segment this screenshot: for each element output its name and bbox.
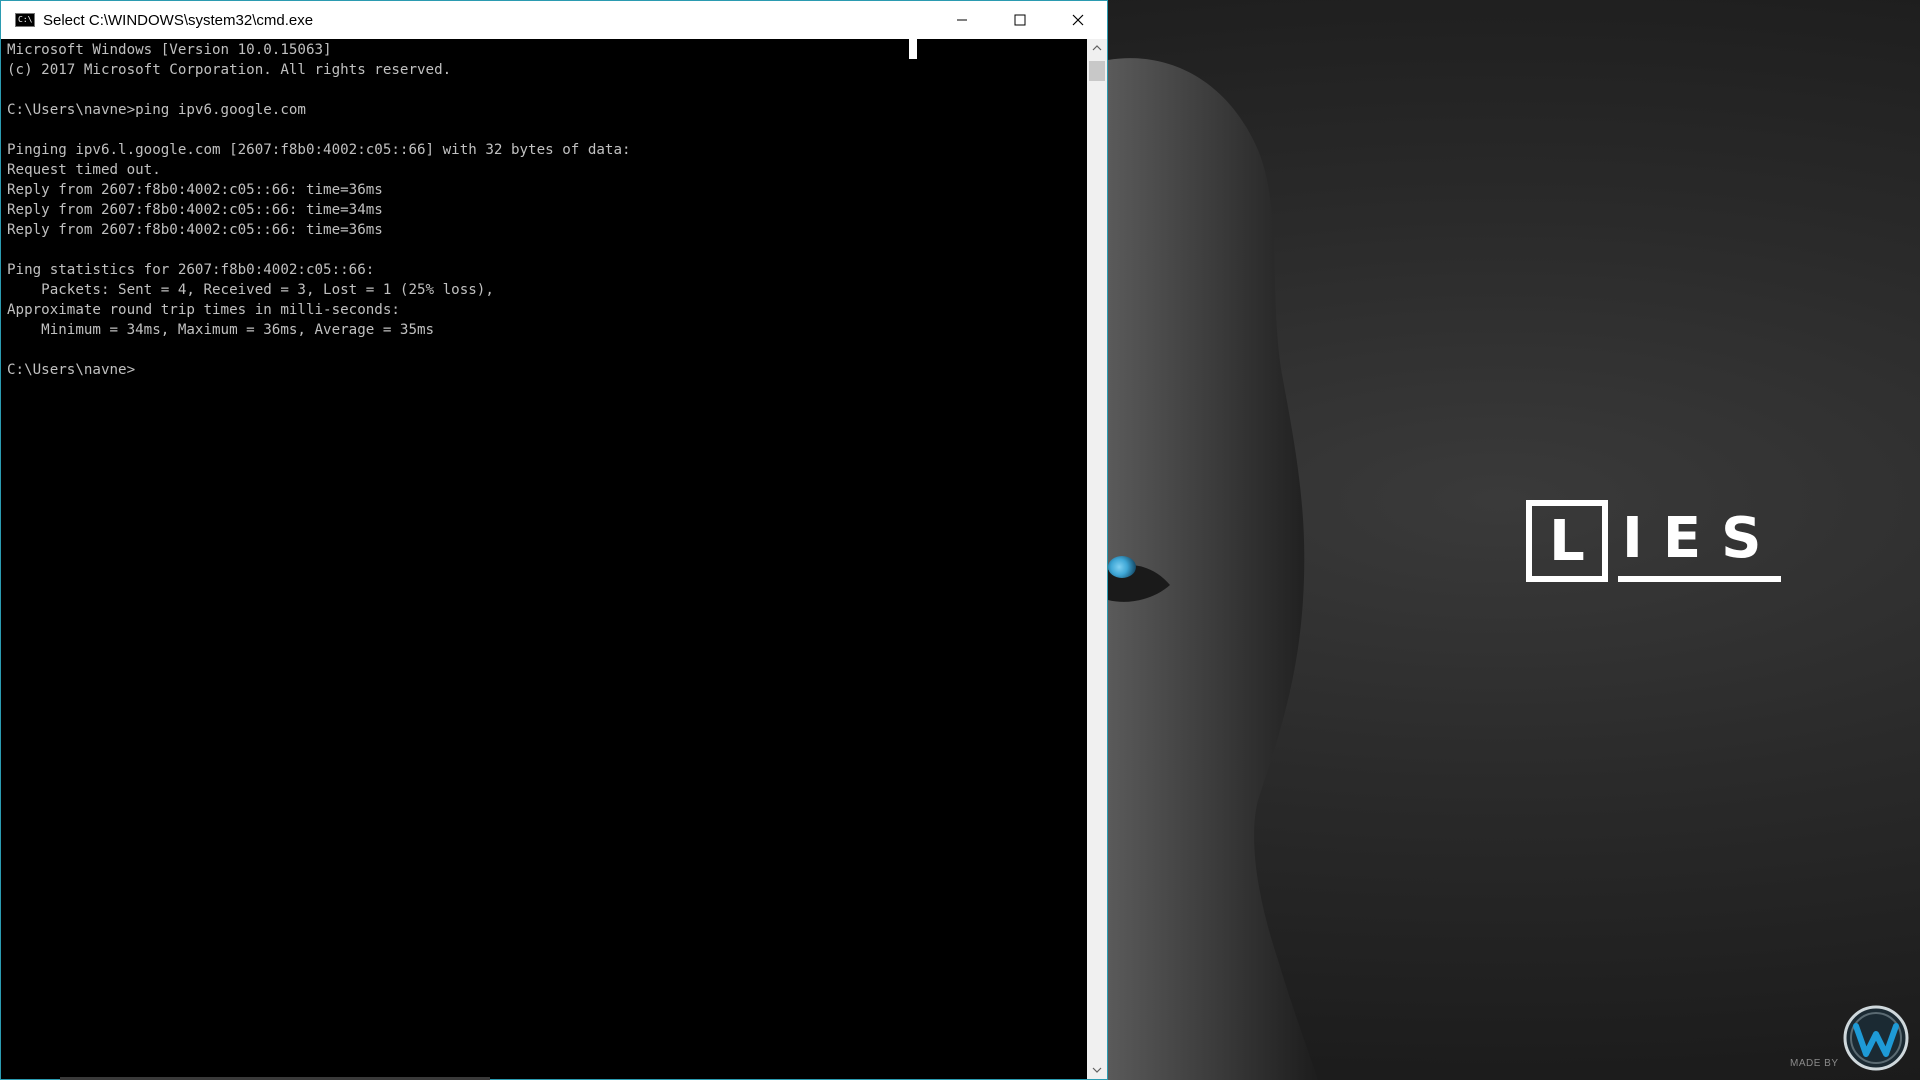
close-button[interactable] xyxy=(1049,1,1107,39)
console-line: Approximate round trip times in milli-se… xyxy=(7,302,400,318)
console-line: Reply from 2607:f8b0:4002:c05::66: time=… xyxy=(7,182,383,198)
selection-cursor xyxy=(909,39,917,59)
vertical-scrollbar[interactable] xyxy=(1087,39,1107,1079)
title-bar[interactable]: C:\ Select C:\WINDOWS\system32\cmd.exe xyxy=(1,1,1107,39)
console-line: C:\Users\navne> xyxy=(7,362,136,378)
logo-letter-box: L xyxy=(1526,500,1608,582)
scroll-down-arrow[interactable] xyxy=(1087,1061,1107,1079)
eye-highlight xyxy=(1108,556,1136,578)
portrait-silhouette xyxy=(1108,58,1318,1080)
scroll-up-arrow[interactable] xyxy=(1087,39,1107,57)
cmd-window[interactable]: C:\ Select C:\WINDOWS\system32\cmd.exe M… xyxy=(0,0,1108,1080)
maximize-button[interactable] xyxy=(991,1,1049,39)
chevron-down-icon xyxy=(1092,1067,1102,1073)
cmd-app-icon[interactable]: C:\ xyxy=(15,13,35,27)
window-title: Select C:\WINDOWS\system32\cmd.exe xyxy=(43,11,314,29)
lies-logo: L IES xyxy=(1526,498,1782,582)
console-line: (c) 2017 Microsoft Corporation. All righ… xyxy=(7,62,452,78)
console-line: Packets: Sent = 4, Received = 3, Lost = … xyxy=(7,282,494,298)
console-line: Request timed out. xyxy=(7,162,161,178)
w-logo-icon xyxy=(1843,1005,1909,1071)
console-text: Microsoft Windows [Version 10.0.15063] (c… xyxy=(7,40,1087,380)
scroll-thumb[interactable] xyxy=(1089,61,1105,81)
minimize-icon xyxy=(957,19,967,21)
console-line: Microsoft Windows [Version 10.0.15063] xyxy=(7,42,332,58)
close-icon xyxy=(1072,14,1084,26)
chevron-up-icon xyxy=(1092,45,1102,51)
console-line: Minimum = 34ms, Maximum = 36ms, Average … xyxy=(7,322,435,338)
console-line: Pinging ipv6.l.google.com [2607:f8b0:400… xyxy=(7,142,631,158)
cmd-icon-glyph: C:\ xyxy=(18,15,33,24)
console-line: C:\Users\navne>ping ipv6.google.com xyxy=(7,102,306,118)
logo-text: IES xyxy=(1618,500,1782,582)
made-by-label: MADE BY xyxy=(1790,1058,1839,1069)
minimize-button[interactable] xyxy=(933,1,991,39)
maximize-icon xyxy=(1014,14,1026,26)
console-line: Reply from 2607:f8b0:4002:c05::66: time=… xyxy=(7,222,383,238)
console-output[interactable]: Microsoft Windows [Version 10.0.15063] (c… xyxy=(1,39,1087,1079)
console-line: Ping statistics for 2607:f8b0:4002:c05::… xyxy=(7,262,375,278)
console-line: Reply from 2607:f8b0:4002:c05::66: time=… xyxy=(7,202,383,218)
